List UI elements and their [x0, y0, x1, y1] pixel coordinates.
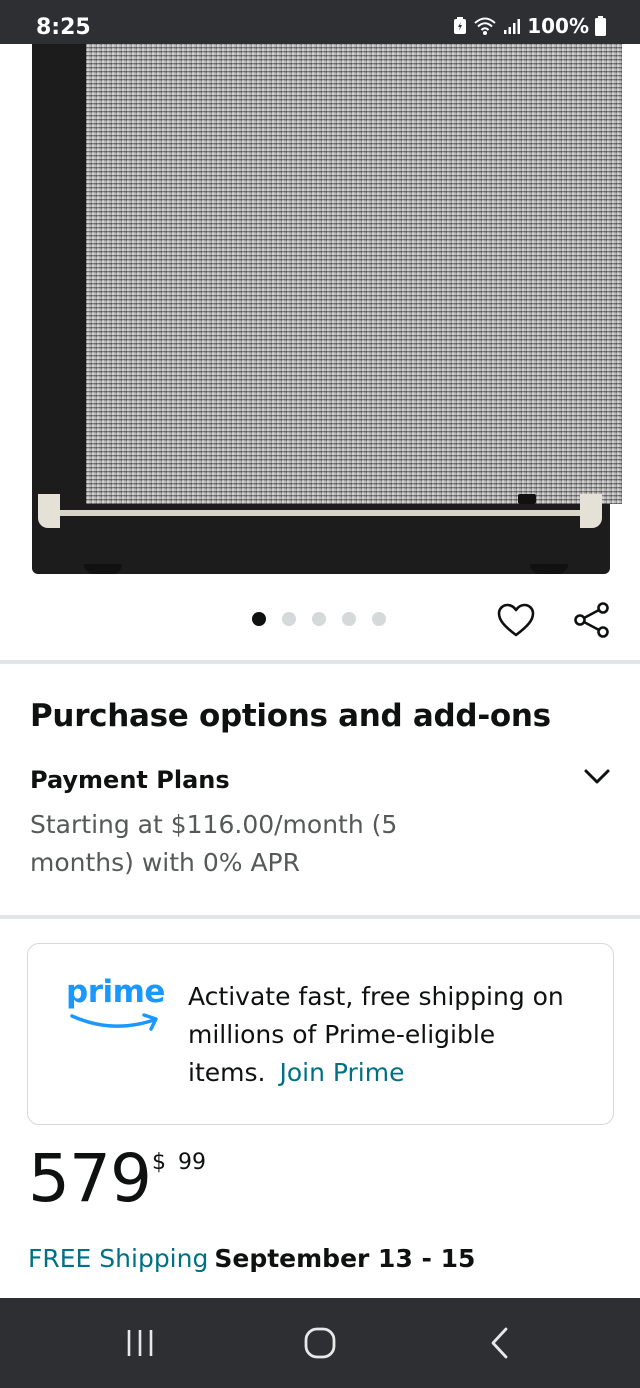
carousel-dot-1[interactable]: [252, 612, 266, 626]
status-bar: 8:25 100%: [0, 0, 640, 44]
recent-apps-button[interactable]: [110, 1320, 170, 1366]
status-icons: 100%: [453, 14, 606, 38]
product-image[interactable]: [0, 44, 640, 584]
amp-corner-right: [580, 494, 602, 528]
amp-logo-badge: [518, 494, 536, 504]
price-whole: 579: [28, 1140, 152, 1217]
join-prime-link[interactable]: Join Prime: [279, 1058, 404, 1087]
amp-foot-left: [84, 564, 122, 574]
home-icon: [304, 1327, 336, 1359]
battery-percentage: 100%: [527, 14, 589, 38]
payment-plans-section[interactable]: Payment Plans Starting at $116.00/month …: [30, 766, 610, 894]
wishlist-button[interactable]: [494, 598, 538, 642]
payment-plans-description: Starting at $116.00/month (5 months) wit…: [30, 810, 398, 877]
chevron-down-icon: [584, 769, 610, 784]
status-time: 8:25: [36, 15, 91, 40]
prime-promo-card[interactable]: prime Activate fast, free shipping on mi…: [27, 943, 614, 1125]
carousel-dots: [252, 612, 386, 626]
carousel-dot-3[interactable]: [312, 612, 326, 626]
prime-message: Activate fast, free shipping on millions…: [188, 978, 598, 1092]
amp-corner-left: [38, 494, 60, 528]
prime-logo-text: prime: [66, 974, 165, 1010]
carousel-dot-2[interactable]: [282, 612, 296, 626]
battery-saver-icon: [453, 17, 467, 35]
image-carousel-controls: [0, 584, 640, 660]
payment-plans-toggle[interactable]: [578, 762, 616, 792]
price-symbol: $: [152, 1150, 166, 1175]
system-navigation-bar: [0, 1298, 640, 1388]
wifi-icon: [473, 16, 497, 36]
amp-foot-right: [530, 564, 568, 574]
share-icon: [574, 602, 609, 638]
shipping-info: FREE Shipping September 13 - 15: [28, 1244, 475, 1273]
heart-icon: [497, 603, 535, 637]
recent-apps-icon: [127, 1330, 153, 1356]
prime-logo: prime: [66, 974, 166, 1044]
carousel-dot-4[interactable]: [342, 612, 356, 626]
carousel-dot-5[interactable]: [372, 612, 386, 626]
amp-piping: [50, 510, 594, 516]
section-divider: [0, 915, 640, 919]
back-icon: [491, 1327, 508, 1359]
back-button[interactable]: [470, 1320, 530, 1366]
prime-smile-icon: [70, 1013, 158, 1031]
section-divider: [0, 660, 640, 664]
free-shipping-link[interactable]: FREE Shipping: [28, 1244, 208, 1273]
delivery-dates: September 13 - 15: [214, 1244, 476, 1273]
battery-icon: [595, 16, 606, 36]
price-fraction: 99: [178, 1150, 206, 1175]
amp-grille: [86, 44, 622, 504]
signal-icon: [503, 17, 521, 35]
home-button[interactable]: [290, 1320, 350, 1366]
purchase-options-title: Purchase options and add-ons: [30, 698, 551, 734]
payment-plans-title: Payment Plans: [30, 766, 230, 794]
share-button[interactable]: [570, 598, 614, 642]
